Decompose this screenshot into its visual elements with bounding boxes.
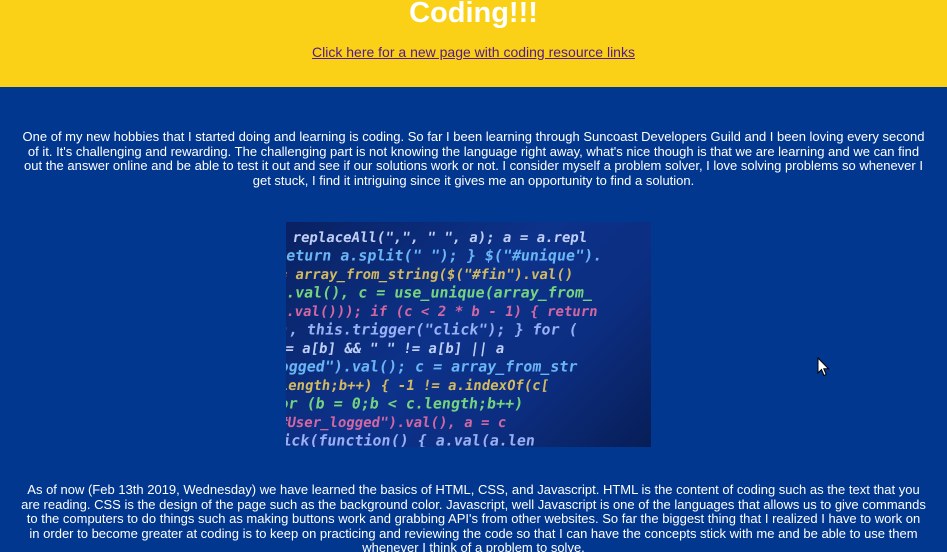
coding-resources-link[interactable]: Click here for a new page with coding re… xyxy=(0,44,947,60)
mouse-cursor-icon xyxy=(817,357,830,377)
page-header: Coding!!! Click here for a new page with… xyxy=(0,0,947,87)
page-title: Coding!!! xyxy=(409,0,538,29)
code-image-overlay xyxy=(286,222,651,447)
intro-paragraph: One of my new hobbies that I started doi… xyxy=(22,129,925,188)
progress-paragraph: As of now (Feb 13th 2019, Wednesday) we … xyxy=(21,482,926,552)
code-screenshot-image: = replaceAll(",", " ", a); a = a.repl ret… xyxy=(286,222,651,447)
